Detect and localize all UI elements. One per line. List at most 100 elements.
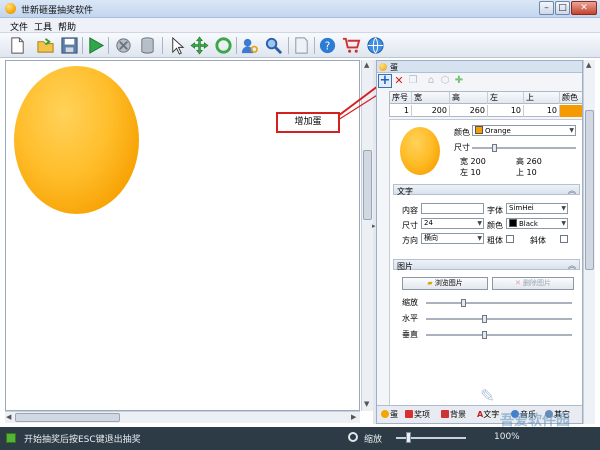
- image-icon: [441, 410, 449, 418]
- direction-label: 方向: [402, 236, 418, 245]
- orange-swatch: [475, 126, 483, 134]
- tab-background[interactable]: 背景: [441, 409, 466, 420]
- cell-width: 200: [412, 105, 450, 117]
- text-size-select[interactable]: 24 ▼: [421, 218, 484, 229]
- text-section-title: 文字: [397, 187, 413, 196]
- col-index: 序号: [390, 92, 412, 104]
- globe-icon[interactable]: [366, 36, 385, 55]
- zoom-slider-knob[interactable]: [406, 432, 411, 443]
- text-color-value: Black: [519, 220, 538, 228]
- font-value: SimHei: [509, 204, 534, 212]
- status-message: 开始抽奖后按ESC键退出抽奖: [24, 435, 141, 445]
- horizontal-slider[interactable]: [426, 315, 572, 323]
- egg-properties: 颜色 Orange ▼ 尺寸 宽 200 高 260 左 10 上 10 文字 ︽ …: [389, 119, 582, 409]
- content-input[interactable]: [421, 203, 484, 214]
- help-icon[interactable]: ?: [318, 36, 337, 55]
- scroll-up-icon[interactable]: ▲: [364, 61, 369, 69]
- browse-image-button[interactable]: ▰ 浏览图片: [402, 277, 488, 290]
- add-egg-button[interactable]: +: [378, 74, 392, 88]
- text-section-header[interactable]: 文字 ︽: [393, 184, 580, 196]
- menu-tools[interactable]: 工具: [34, 20, 52, 33]
- text-color-select[interactable]: Black ▼: [506, 218, 568, 229]
- text-color-label: 颜色: [487, 221, 503, 230]
- chevron-down-icon: ▼: [569, 127, 574, 134]
- cell-top: 10: [524, 105, 560, 117]
- save-icon[interactable]: [60, 36, 79, 55]
- scroll-thumb[interactable]: [15, 413, 120, 422]
- delete-egg-button[interactable]: ✕: [393, 75, 405, 87]
- play-icon[interactable]: [86, 36, 105, 55]
- slider-knob[interactable]: [492, 144, 497, 152]
- document-icon[interactable]: [292, 36, 311, 55]
- chevron-down-icon: ▼: [477, 235, 482, 242]
- egg-shape[interactable]: [14, 66, 139, 214]
- slider-knob[interactable]: [482, 315, 487, 323]
- gift-icon: [405, 410, 413, 418]
- slider-knob[interactable]: [482, 331, 487, 339]
- egg-icon: [379, 63, 387, 71]
- new-file-icon[interactable]: [8, 36, 27, 55]
- image-section-header[interactable]: 图片 ︽: [393, 259, 580, 271]
- size-slider[interactable]: [472, 144, 576, 152]
- add-green-icon[interactable]: ✚: [453, 75, 465, 87]
- scale-label: 缩放: [402, 298, 418, 307]
- scroll-thumb[interactable]: [585, 110, 594, 270]
- menu-file[interactable]: 文件: [10, 20, 28, 33]
- user-search-icon[interactable]: [240, 36, 259, 55]
- delete-image-button[interactable]: ✕ 删除图片: [492, 277, 574, 290]
- color-label: 颜色: [454, 128, 470, 137]
- bold-checkbox[interactable]: [506, 235, 514, 243]
- scroll-down-icon[interactable]: ▼: [364, 400, 369, 408]
- slider-knob[interactable]: [461, 299, 466, 307]
- font-label: 字体: [487, 206, 503, 215]
- col-height: 高: [450, 92, 488, 104]
- copy-icon[interactable]: ❐: [407, 75, 419, 87]
- egg-property-panel: 蛋 + ✕ ❐ ⌂ ⬡ ✚ 序号 宽 高 左 上 颜色 1 200 260 10…: [376, 60, 583, 424]
- chevron-down-icon: ▼: [561, 220, 566, 227]
- egg-color-select[interactable]: Orange ▼: [472, 125, 576, 136]
- toolbar-separator: [288, 37, 289, 54]
- italic-checkbox[interactable]: [560, 235, 568, 243]
- splitter-arrow-icon[interactable]: ▸: [372, 222, 376, 230]
- move-icon[interactable]: [190, 36, 209, 55]
- open-folder-icon[interactable]: [36, 36, 55, 55]
- tab-prizes[interactable]: 奖项: [405, 409, 430, 420]
- direction-value: 横向: [424, 234, 438, 242]
- content-label: 内容: [402, 206, 418, 215]
- settings-icon[interactable]: [114, 36, 133, 55]
- chevron-down-icon: ▼: [561, 205, 566, 212]
- col-color: 颜色: [562, 93, 578, 102]
- scroll-up-icon[interactable]: ▲: [586, 61, 591, 69]
- close-button[interactable]: ✕: [571, 1, 597, 15]
- collapse-icon[interactable]: ︽: [568, 185, 576, 196]
- direction-select[interactable]: 横向 ▼: [421, 233, 484, 244]
- panel-title: 蛋: [390, 63, 398, 72]
- egg-icon: [381, 410, 389, 418]
- cart-icon[interactable]: [342, 36, 361, 55]
- app-egg-icon: [5, 3, 16, 14]
- collapse-icon[interactable]: ︽: [568, 260, 576, 271]
- database-icon[interactable]: [138, 36, 157, 55]
- menu-help[interactable]: 帮助: [58, 20, 76, 33]
- pointer-icon[interactable]: [168, 36, 187, 55]
- refresh-icon[interactable]: [214, 36, 233, 55]
- scroll-thumb[interactable]: [363, 150, 372, 220]
- italic-label: 斜体: [530, 236, 546, 245]
- tab-egg[interactable]: 蛋: [381, 409, 398, 420]
- canvas-horizontal-scrollbar[interactable]: ◀ ▶: [5, 411, 360, 423]
- scroll-left-icon[interactable]: ◀: [6, 413, 11, 421]
- move-up-icon[interactable]: ⌂: [425, 75, 437, 87]
- col-width: 宽: [412, 92, 450, 104]
- zoom-icon[interactable]: [264, 36, 283, 55]
- font-select[interactable]: SimHei ▼: [506, 203, 568, 214]
- tab-text[interactable]: A文字: [477, 409, 499, 420]
- scale-slider[interactable]: [426, 299, 572, 307]
- move-down-icon[interactable]: ⬡: [439, 75, 451, 87]
- width-readout: 宽 200: [460, 157, 486, 166]
- maximize-button[interactable]: □: [555, 1, 570, 15]
- svg-text:?: ?: [325, 40, 331, 52]
- minimize-button[interactable]: –: [539, 1, 554, 15]
- panel-scrollbar[interactable]: ▲: [583, 60, 595, 424]
- scroll-right-icon[interactable]: ▶: [351, 413, 356, 421]
- vertical-slider[interactable]: [426, 331, 572, 339]
